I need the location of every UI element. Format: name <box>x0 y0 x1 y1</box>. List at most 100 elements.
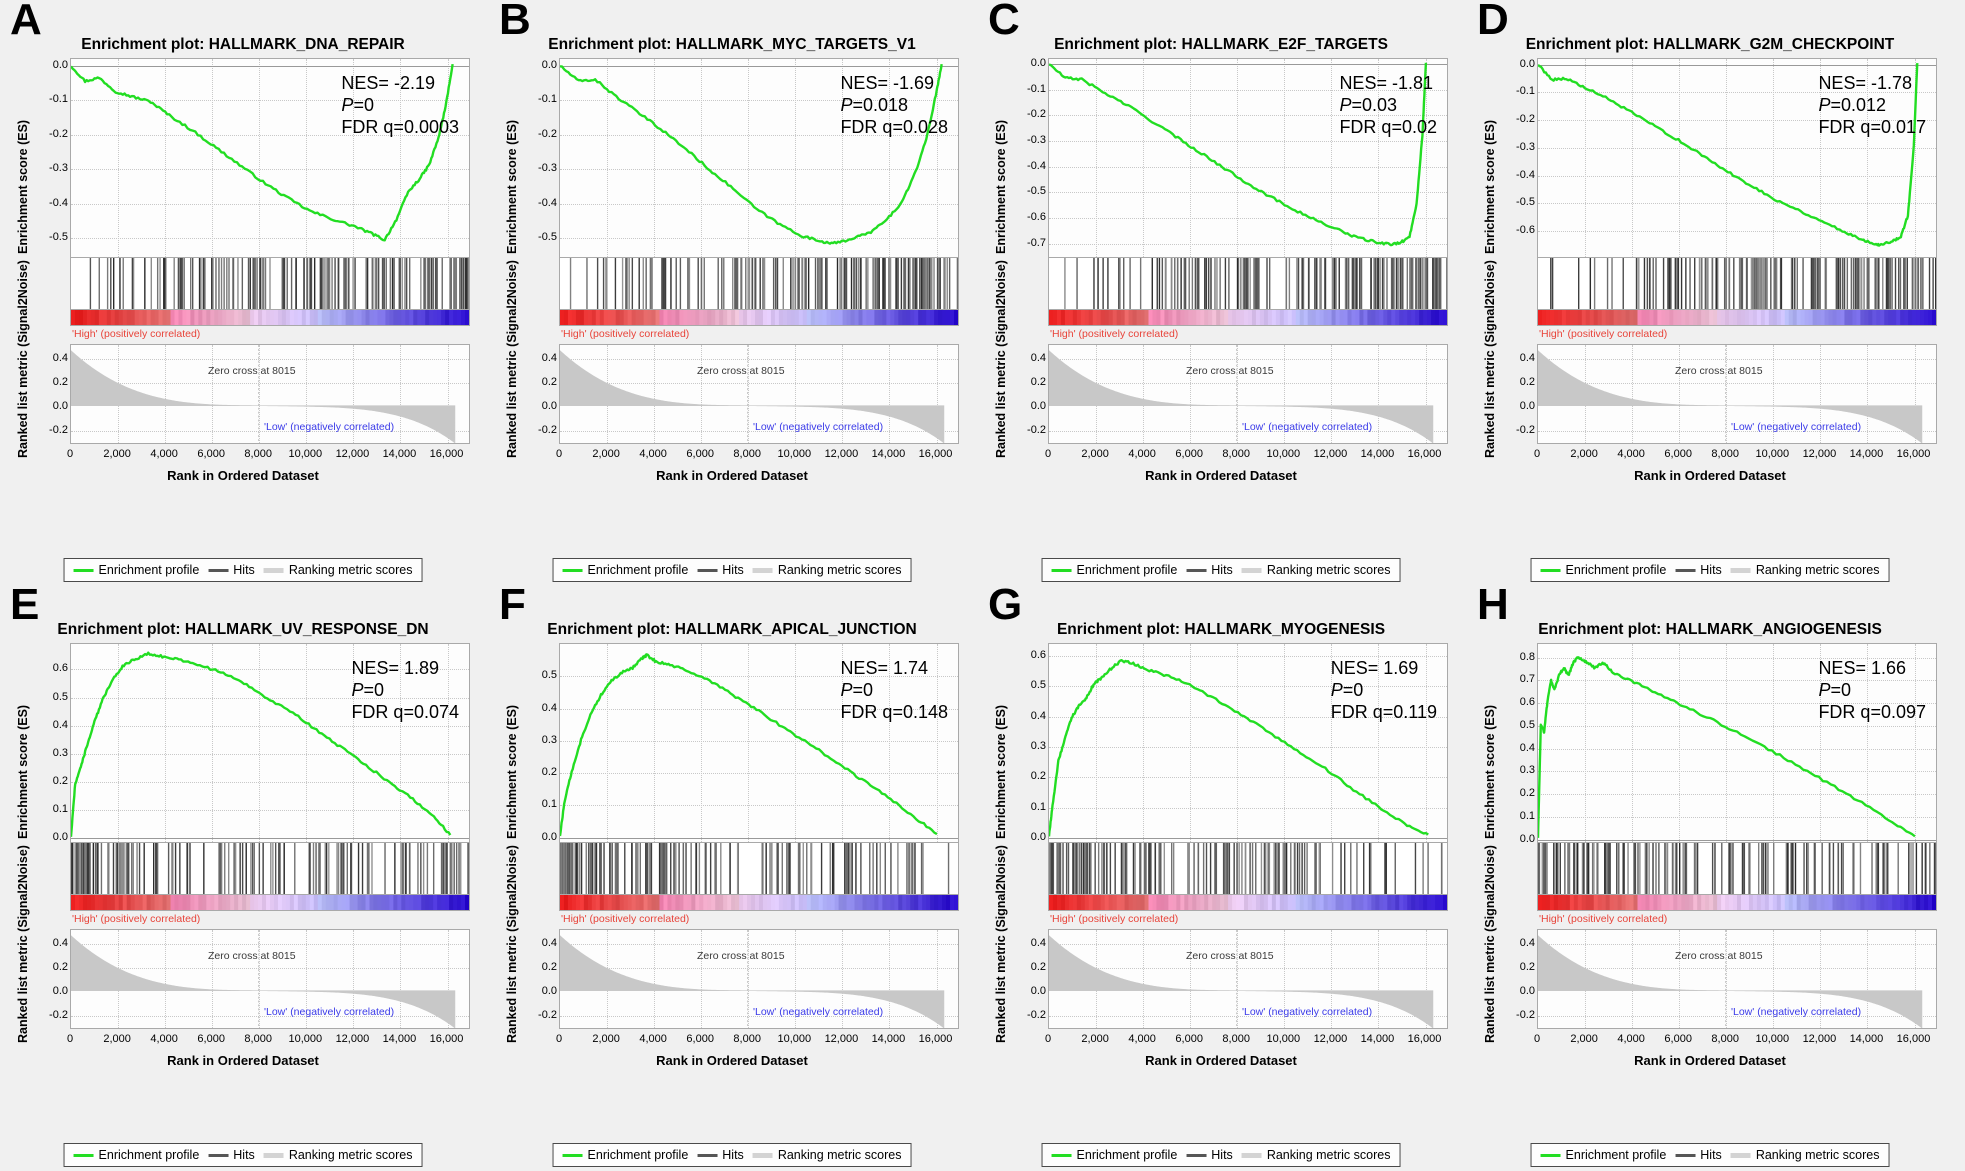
y-tick-labels: 0.6 0.5 0.4 0.3 0.2 0.1 0.0 0.4 0.2 0.0 -0.2 <box>1008 643 1046 1043</box>
x-tick-label: 6,000 <box>1175 448 1203 460</box>
legend-label-ranking-metric: Ranking metric scores <box>1755 563 1880 577</box>
statistics-block: NES= -1.69 P=0.018 FDR q=0.028 <box>840 73 948 139</box>
legend-hits: Hits <box>208 563 255 577</box>
nes-value: NES= -1.69 <box>840 73 934 93</box>
panel-title: Enrichment plot: HALLMARK_G2M_CHECKPOINT <box>1525 36 1895 53</box>
fdr-q-value: FDR q=0.148 <box>840 701 948 722</box>
x-tick-label: 0 <box>1533 1033 1541 1045</box>
y-axis-label-es: Enrichment score (ES) <box>1483 704 1497 839</box>
correlation-color-strip <box>1048 895 1448 911</box>
x-tick-label: 10,000 <box>777 1033 812 1045</box>
x-tick-label: 16,000 <box>429 1033 464 1045</box>
es-ytick: 0.5 <box>541 669 557 682</box>
x-tick-label: 6,000 <box>1664 448 1692 460</box>
low-correlation-label: 'Low' (negatively correlated) <box>753 1006 884 1018</box>
x-axis-label: Rank in Ordered Dataset <box>1145 468 1297 483</box>
x-tick-label: 16,000 <box>1896 448 1931 460</box>
color-gradient <box>71 310 469 325</box>
statistics-block: NES= -1.81 P=0.03 FDR q=0.02 <box>1339 73 1437 139</box>
es-ytick: 0.7 <box>1519 673 1535 686</box>
plot-legend: Enrichment profile Hits Ranking metric sco… <box>1041 1143 1401 1167</box>
legend-label-enrichment-profile: Enrichment profile <box>98 1148 200 1162</box>
p-value: P=0 <box>840 679 873 700</box>
es-ytick: 0.4 <box>541 701 557 714</box>
legend-rank-icon <box>1730 1152 1751 1158</box>
legend-label-hits: Hits <box>1211 563 1233 577</box>
nes-value: NES= 1.89 <box>351 658 439 678</box>
y-axis-label-rank: Ranked list metric (Signal2Noise) <box>994 845 1008 1043</box>
legend-label-hits: Hits <box>722 563 744 577</box>
y-tick-labels: 0.6 0.5 0.4 0.3 0.2 0.1 0.0 0.4 0.2 0.0 -0.2 <box>30 643 68 1043</box>
es-ytick: 0.3 <box>1519 764 1535 777</box>
p-value: P=0.012 <box>1818 94 1887 115</box>
x-tick-label: 0 <box>555 1033 563 1045</box>
es-ytick: 0.1 <box>1519 809 1535 822</box>
nes-value: NES= 1.66 <box>1818 658 1906 678</box>
es-ytick: -0.4 <box>1516 168 1535 181</box>
legend-line-icon <box>1540 1153 1561 1157</box>
legend-label-enrichment-profile: Enrichment profile <box>587 1148 689 1162</box>
x-tick-label: 12,000 <box>824 1033 859 1045</box>
x-tick-label: 0 <box>1044 1033 1052 1045</box>
p-value: P=0.03 <box>1339 94 1397 115</box>
plot-area: Enrichment score (ES) Ranked list metric … <box>497 643 967 1167</box>
legend-ranking-metric: Ranking metric scores <box>1241 563 1390 577</box>
x-axis-label: Rank in Ordered Dataset <box>167 468 319 483</box>
x-tick-label: 8,000 <box>244 1033 272 1045</box>
statistics-block: NES= 1.74 P=0 FDR q=0.148 <box>840 658 948 724</box>
statistics-block: NES= 1.66 P=0 FDR q=0.097 <box>1818 658 1926 724</box>
es-ytick: 0.5 <box>1030 679 1046 692</box>
nes-value: NES= 1.74 <box>840 658 928 678</box>
es-ytick: 0.1 <box>52 803 68 816</box>
hits-ticks <box>71 843 469 894</box>
hits-ticks <box>1550 258 1936 309</box>
x-tick-label: 4,000 <box>1617 1033 1645 1045</box>
legend-hits: Hits <box>1675 563 1722 577</box>
x-tick-label: 12,000 <box>335 1033 370 1045</box>
y-axis-label-rank: Ranked list metric (Signal2Noise) <box>994 260 1008 458</box>
x-tick-label: 8,000 <box>1711 1033 1739 1045</box>
x-tick-label: 8,000 <box>733 448 761 460</box>
x-tick-label: 2,000 <box>1570 448 1598 460</box>
high-correlation-label: 'High' (positively correlated) <box>1050 328 1179 340</box>
es-ytick: 0.0 <box>1519 832 1535 845</box>
es-ytick: 0.0 <box>1519 57 1535 70</box>
es-ytick: -0.6 <box>1516 224 1535 237</box>
legend-hits: Hits <box>1186 563 1233 577</box>
legend-hits-icon <box>1186 1153 1207 1157</box>
high-correlation-label: 'High' (positively correlated) <box>561 913 690 925</box>
ranked-list-metric-plot: Zero cross at 8015 'Low' (negatively corr… <box>70 344 470 444</box>
legend-ranking-metric: Ranking metric scores <box>263 563 412 577</box>
y-axis-label-rank: Ranked list metric (Signal2Noise) <box>16 260 30 458</box>
correlation-color-strip <box>1048 310 1448 326</box>
metric-ytick: 0.2 <box>1519 376 1535 389</box>
x-tick-label: 6,000 <box>197 448 225 460</box>
y-axis-label-es: Enrichment score (ES) <box>994 119 1008 254</box>
enrichment-score-plot: NES= -1.81 P=0.03 FDR q=0.02 <box>1048 58 1448 258</box>
x-tick-label: 10,000 <box>777 448 812 460</box>
x-tick-label: 6,000 <box>1175 1033 1203 1045</box>
panel-e: E Enrichment plot: HALLMARK_UV_RESPONSE_D… <box>8 583 478 1167</box>
x-tick-label: 12,000 <box>1313 448 1348 460</box>
es-ytick: 0.5 <box>52 690 68 703</box>
es-ytick: -0.3 <box>49 162 68 175</box>
ranked-list-metric-plot: Zero cross at 8015 'Low' (negatively corr… <box>559 344 959 444</box>
ranked-list-metric-plot: Zero cross at 8015 'Low' (negatively corr… <box>70 929 470 1029</box>
panel-title: Enrichment plot: HALLMARK_ANGIOGENESIS <box>1538 621 1882 638</box>
statistics-block: NES= -1.78 P=0.012 FDR q=0.017 <box>1818 73 1926 139</box>
panel-b: B Enrichment plot: HALLMARK_MYC_TARGETS_V… <box>497 0 967 582</box>
zero-cross-label: Zero cross at 8015 <box>1186 950 1274 962</box>
low-correlation-label: 'Low' (negatively correlated) <box>1731 1006 1862 1018</box>
high-correlation-label: 'High' (positively correlated) <box>72 913 201 925</box>
es-ytick: 0.3 <box>541 733 557 746</box>
ranked-list-metric-plot: Zero cross at 8015 'Low' (negatively corr… <box>1537 344 1937 444</box>
color-gradient <box>1049 895 1447 910</box>
y-tick-labels: 0.0 -0.1 -0.2 -0.3 -0.4 -0.5 0.4 0.2 0.0 -0.2 <box>519 58 557 458</box>
plot-area: Enrichment score (ES) Ranked list metric … <box>8 643 478 1167</box>
legend-ranking-metric: Ranking metric scores <box>263 1148 412 1162</box>
y-axis-label-rank: Ranked list metric (Signal2Noise) <box>505 260 519 458</box>
metric-ytick: 0.4 <box>52 937 68 950</box>
high-correlation-label: 'High' (positively correlated) <box>1050 913 1179 925</box>
legend-hits: Hits <box>697 1148 744 1162</box>
color-gradient <box>560 310 958 325</box>
